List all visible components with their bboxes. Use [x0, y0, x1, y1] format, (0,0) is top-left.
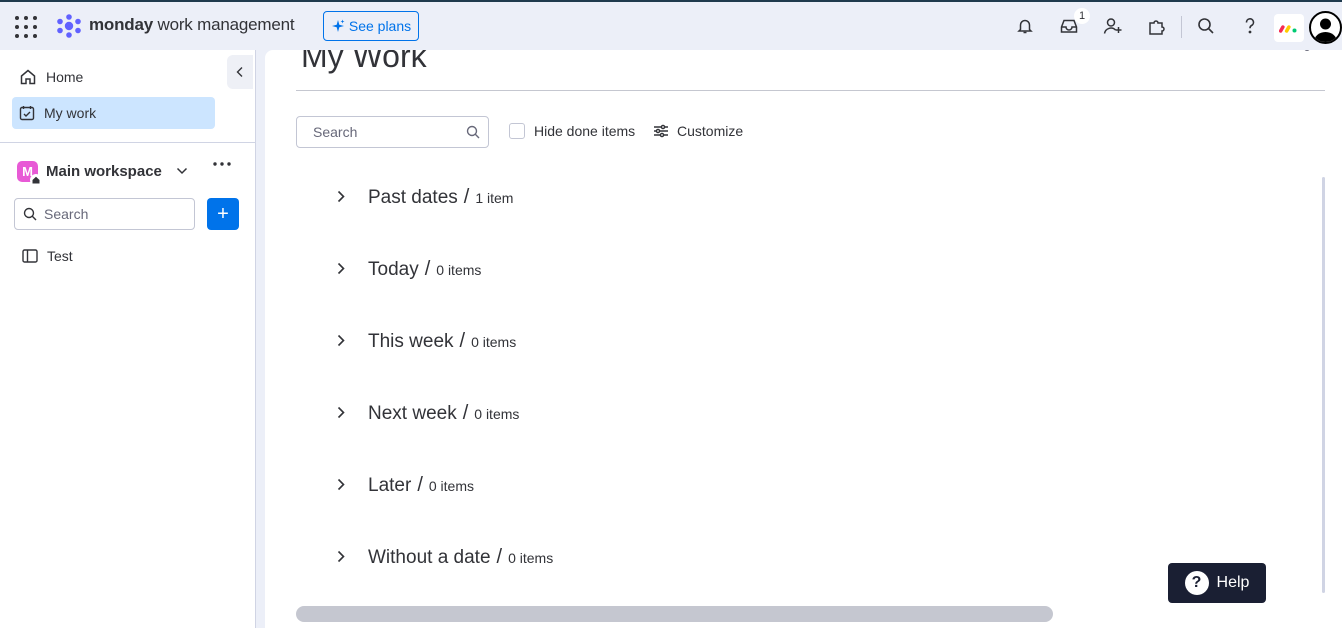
- left-sidebar: Home My work M Main workspace Search + T…: [0, 50, 256, 628]
- sidebar-item-my-work[interactable]: My work: [12, 97, 215, 129]
- horizontal-scrollbar[interactable]: [296, 606, 1053, 622]
- board-label: Test: [47, 248, 73, 264]
- group-name: This week: [368, 331, 454, 352]
- hide-done-checkbox[interactable]: [509, 123, 525, 139]
- group-count: 1 item: [475, 190, 514, 206]
- topbar-divider: [1181, 16, 1182, 38]
- chevron-right-icon: [337, 190, 345, 203]
- brand-light: work management: [157, 15, 295, 34]
- sidebar-item-home[interactable]: Home: [12, 61, 215, 93]
- group-name: Without a date: [368, 547, 491, 568]
- chevron-down-icon[interactable]: [176, 167, 188, 175]
- title-divider: [296, 90, 1325, 91]
- hide-done-label: Hide done items: [534, 123, 636, 139]
- sidebar-item-label: Home: [46, 69, 84, 85]
- sidebar-search-input[interactable]: Search: [14, 198, 195, 230]
- chevron-left-icon: [236, 67, 243, 77]
- group-separator: /: [496, 546, 503, 568]
- sidebar-search-placeholder: Search: [44, 206, 89, 222]
- user-avatar[interactable]: [1309, 11, 1342, 44]
- invite-member-icon[interactable]: [1100, 13, 1126, 39]
- more-options-icon[interactable]: [213, 162, 231, 166]
- home-mini-icon: [30, 173, 42, 186]
- chevron-right-icon: [337, 262, 345, 275]
- search-icon: [466, 125, 480, 139]
- apps-marketplace-icon[interactable]: [1144, 13, 1170, 39]
- group-count: 0 items: [428, 478, 474, 494]
- group-past-dates[interactable]: Past dates / 1 item: [337, 186, 513, 209]
- group-this-week[interactable]: This week / 0 items: [337, 330, 516, 353]
- customize-button[interactable]: Customize: [653, 123, 743, 139]
- group-without-a-date[interactable]: Without a date / 0 items: [337, 546, 553, 569]
- brand-name: monday work management: [89, 15, 295, 35]
- group-name: Past dates: [368, 187, 458, 208]
- chevron-right-icon: [337, 478, 345, 491]
- notifications-bell-icon[interactable]: [1012, 13, 1038, 39]
- sidebar-item-label: My work: [44, 105, 97, 121]
- vertical-scrollbar[interactable]: [1322, 177, 1325, 593]
- page-title: My Work: [301, 50, 427, 74]
- group-next-week[interactable]: Next week / 0 items: [337, 402, 519, 425]
- group-count: 0 items: [471, 334, 517, 350]
- help-button[interactable]: ? Help: [1168, 563, 1266, 603]
- monday-logo-icon[interactable]: [55, 14, 83, 38]
- search-icon: [23, 207, 37, 221]
- group-separator: /: [424, 258, 431, 280]
- hide-done-items-toggle[interactable]: Hide done items: [509, 123, 635, 139]
- help-icon[interactable]: [1237, 13, 1263, 39]
- group-count: 0 items: [474, 406, 520, 422]
- sliders-icon: [654, 124, 668, 138]
- group-count: 0 items: [508, 550, 554, 566]
- my-work-search-input[interactable]: Search: [296, 116, 489, 148]
- question-icon: ?: [1184, 571, 1209, 595]
- group-name: Later: [368, 475, 412, 496]
- monday-product-switcher-icon[interactable]: [1274, 14, 1304, 42]
- see-plans-label: See plans: [348, 18, 412, 34]
- workspace-selector[interactable]: M Main workspace: [17, 158, 242, 186]
- options-icon[interactable]: [1304, 50, 1310, 51]
- main-content: My Work Search Hide done items Customize…: [265, 50, 1342, 628]
- group-later[interactable]: Later / 0 items: [337, 474, 474, 497]
- add-item-button[interactable]: +: [207, 198, 239, 230]
- group-name: Today: [368, 259, 419, 280]
- calendar-check-icon: [19, 106, 35, 121]
- search-icon[interactable]: [1193, 13, 1219, 39]
- board-icon: [22, 249, 38, 263]
- workspace-name[interactable]: Main workspace: [46, 163, 162, 180]
- collapse-sidebar-button[interactable]: [227, 55, 253, 89]
- home-icon: [20, 69, 36, 85]
- group-today[interactable]: Today / 0 items: [337, 258, 481, 281]
- sparkle-icon: [331, 19, 345, 32]
- group-separator: /: [463, 186, 470, 208]
- group-separator: /: [459, 330, 466, 352]
- group-separator: /: [462, 402, 469, 424]
- group-separator: /: [417, 474, 423, 496]
- chevron-right-icon: [337, 334, 345, 347]
- workspace-icon: M: [17, 160, 42, 186]
- sidebar-divider: [0, 142, 255, 143]
- apps-grid-icon[interactable]: [15, 16, 37, 38]
- top-bar: monday work management See plans 1: [0, 2, 1342, 50]
- sidebar-board-test[interactable]: Test: [22, 248, 73, 264]
- see-plans-button[interactable]: See plans: [323, 11, 419, 41]
- chevron-right-icon: [337, 406, 345, 419]
- brand-bold: monday: [89, 15, 153, 34]
- chevron-right-icon: [337, 550, 345, 563]
- group-count: 0 items: [436, 262, 482, 278]
- group-name: Next week: [368, 403, 457, 424]
- inbox-count-badge: 1: [1074, 8, 1090, 24]
- help-label: Help: [1216, 574, 1250, 591]
- customize-label: Customize: [677, 123, 744, 139]
- search-placeholder: Search: [313, 124, 358, 140]
